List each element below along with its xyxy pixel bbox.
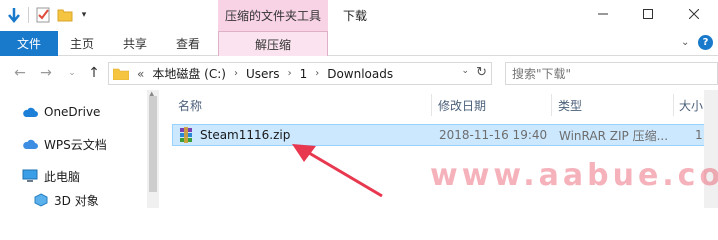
breadcrumb-downloads[interactable]: Downloads — [327, 67, 393, 81]
column-header-modified[interactable]: 修改日期 — [438, 94, 486, 116]
minimize-button[interactable] — [593, 4, 613, 24]
forward-arrow-icon[interactable]: → — [38, 65, 54, 81]
chevron-right-icon[interactable]: › — [288, 68, 292, 79]
breadcrumb-user-1[interactable]: 1 — [300, 67, 308, 81]
column-divider[interactable] — [431, 94, 432, 116]
search-input[interactable] — [512, 66, 642, 81]
file-type: WinRAR ZIP 压缩... — [559, 128, 669, 143]
nav-pane-scrollbar[interactable]: ▲ — [147, 90, 159, 208]
wps-cloud-icon — [23, 139, 38, 149]
tab-file[interactable]: 文件 — [0, 31, 58, 56]
nav-item-this-pc[interactable]: 此电脑 — [22, 166, 80, 186]
address-dropdown-icon[interactable]: ⌄ — [461, 66, 469, 76]
column-header-type[interactable]: 类型 — [558, 94, 582, 116]
nav-item-wps-cloud[interactable]: WPS云文档 — [22, 134, 107, 154]
ribbon-tabs: 文件 主页 共享 查看 解压缩 ⌄ ? — [0, 31, 718, 56]
winrar-zip-icon — [178, 127, 194, 143]
column-header-size[interactable]: 大小 — [679, 94, 703, 116]
computer-icon — [22, 169, 38, 182]
nav-item-label: 3D 对象 — [54, 193, 99, 208]
folder-icon — [113, 68, 129, 80]
tab-extract[interactable]: 解压缩 — [218, 31, 328, 56]
annotation-arrow-icon — [292, 144, 383, 198]
breadcrumb-users[interactable]: Users — [246, 67, 280, 81]
search-box[interactable] — [505, 62, 718, 85]
tab-view[interactable]: 查看 — [176, 31, 200, 56]
column-header-name[interactable]: 名称 — [178, 94, 202, 116]
nav-item-label: WPS云文档 — [44, 137, 107, 152]
quick-access-toolbar: ▾ — [6, 4, 89, 26]
window-title: 下载 — [343, 9, 368, 23]
cloud-icon — [23, 107, 38, 117]
file-name[interactable]: Steam1116.zip — [200, 127, 290, 143]
new-folder-icon[interactable] — [57, 7, 73, 23]
watermark-text: www.aabue.com — [430, 158, 718, 193]
navigation-pane: OneDrive WPS云文档 此电脑 3D 对象 — [0, 90, 160, 208]
customize-toolbar-dropdown-icon[interactable]: ▾ — [79, 7, 89, 23]
breadcrumb-overflow[interactable]: « — [137, 67, 144, 81]
scrollbar-thumb[interactable] — [149, 96, 157, 192]
file-modified: 2018-11-16 19:40 — [439, 128, 548, 142]
help-icon[interactable]: ? — [698, 35, 713, 50]
file-size: 1 — [695, 128, 703, 142]
address-bar[interactable]: « 本地磁盘 (C:) › Users › 1 › Downloads ⌄ ↻ — [108, 62, 492, 85]
expand-ribbon-icon[interactable]: ⌄ — [681, 37, 689, 48]
nav-item-onedrive[interactable]: OneDrive — [22, 102, 100, 122]
recent-locations-icon[interactable]: ⌄ — [64, 65, 80, 81]
title-bar: ▾ 压缩的文件夹工具 下载 — [0, 0, 718, 31]
chevron-right-icon[interactable]: › — [315, 68, 319, 79]
nav-item-label: 此电脑 — [44, 169, 81, 184]
back-arrow-icon[interactable]: ← — [12, 65, 28, 81]
down-arrow-icon[interactable] — [6, 7, 22, 23]
context-tab-group-label: 压缩的文件夹工具 — [218, 0, 328, 31]
up-arrow-icon[interactable]: ↑ — [86, 65, 102, 81]
refresh-icon[interactable]: ↻ — [476, 65, 487, 80]
tab-share[interactable]: 共享 — [123, 31, 147, 56]
properties-icon[interactable] — [35, 7, 51, 23]
breadcrumb-local-disk[interactable]: 本地磁盘 (C:) — [152, 65, 226, 82]
nav-item-label: OneDrive — [44, 105, 101, 119]
chevron-right-icon[interactable]: › — [234, 68, 238, 79]
column-divider[interactable] — [551, 94, 552, 116]
3d-objects-icon — [34, 193, 48, 207]
toolbar-divider — [28, 7, 29, 23]
address-row: ← → ⌄ ↑ « 本地磁盘 (C:) › Users › 1 › Downlo… — [0, 56, 718, 90]
maximize-button[interactable] — [638, 4, 658, 24]
nav-item-3d-objects[interactable]: 3D 对象 — [34, 190, 99, 210]
tab-home[interactable]: 主页 — [70, 31, 94, 56]
column-divider[interactable] — [673, 94, 674, 116]
close-button[interactable] — [684, 4, 704, 24]
